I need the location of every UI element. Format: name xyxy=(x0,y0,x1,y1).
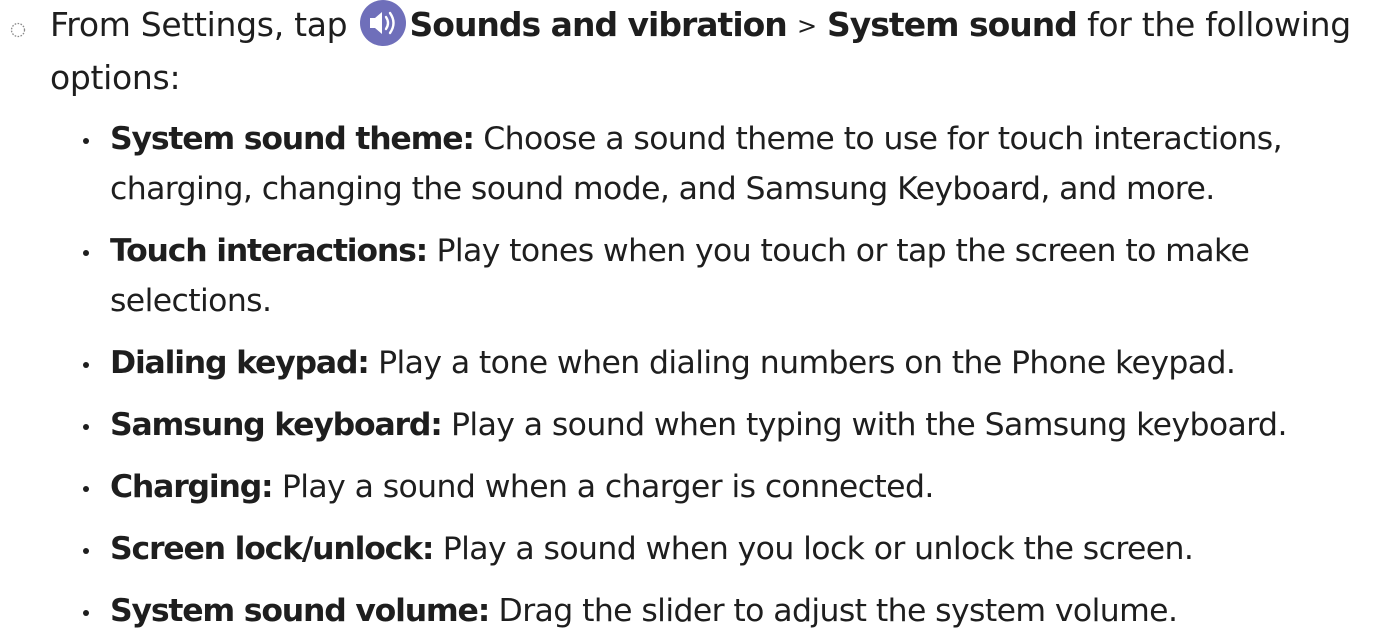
step-text-before-icon: From Settings, tap xyxy=(50,5,348,44)
bullet-dot xyxy=(83,610,89,616)
step-bullet-icon xyxy=(10,22,26,38)
option-text: Charging: Play a sound when a charger is… xyxy=(110,462,1380,512)
option-term: System sound theme: xyxy=(110,121,475,157)
option-term: Touch interactions: xyxy=(110,233,428,269)
menu-system-sound: System sound xyxy=(827,5,1078,44)
bullet-dot xyxy=(83,138,89,144)
option-term: System sound volume: xyxy=(110,593,490,629)
option-description: Play a sound when typing with the Samsun… xyxy=(451,407,1287,443)
option-term: Dialing keypad: xyxy=(110,345,370,381)
option-text: Screen lock/unlock: Play a sound when yo… xyxy=(110,524,1380,574)
option-text: System sound theme: Choose a sound theme… xyxy=(110,114,1380,214)
breadcrumb-separator: > xyxy=(797,12,817,40)
bullet-dot xyxy=(83,486,89,492)
bullet-dot xyxy=(83,424,89,430)
sound-speaker-icon xyxy=(359,0,406,46)
bullet-dot xyxy=(83,250,89,256)
option-text: Dialing keypad: Play a tone when dialing… xyxy=(110,338,1380,388)
menu-sounds-and-vibration: Sounds and vibration xyxy=(409,5,788,44)
option-description: Play a tone when dialing numbers on the … xyxy=(378,345,1236,381)
option-description: Drag the slider to adjust the system vol… xyxy=(498,593,1178,629)
bullet-dot xyxy=(83,362,89,368)
option-description: Play a sound when a charger is connected… xyxy=(281,469,935,505)
option-text: System sound volume: Drag the slider to … xyxy=(110,586,1380,636)
bullet-dot xyxy=(83,548,89,554)
option-term: Charging: xyxy=(110,469,274,505)
option-term: Samsung keyboard: xyxy=(110,407,443,443)
option-description: Play a sound when you lock or unlock the… xyxy=(442,531,1194,567)
option-text: Touch interactions: Play tones when you … xyxy=(110,226,1380,326)
option-term: Screen lock/unlock: xyxy=(110,531,434,567)
option-text: Samsung keyboard: Play a sound when typi… xyxy=(110,400,1380,450)
step-text: From Settings, tap Sounds and vibration … xyxy=(50,0,1380,103)
